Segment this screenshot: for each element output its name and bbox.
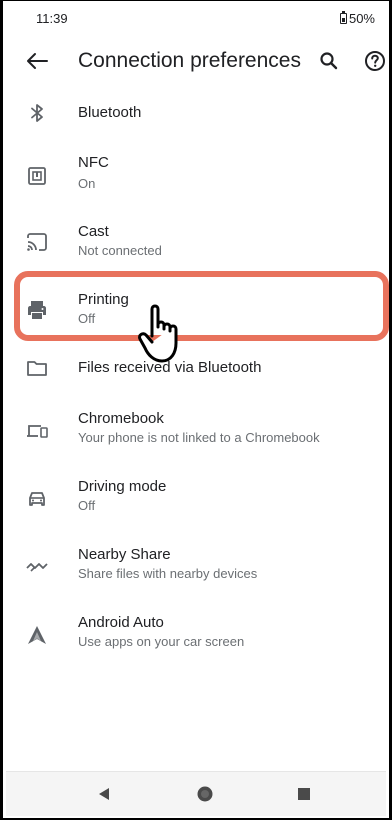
item-subtitle: Share files with nearby devices bbox=[78, 566, 258, 581]
list-item-nfc[interactable]: NFC On bbox=[3, 143, 389, 211]
chromebook-icon bbox=[27, 425, 48, 438]
page-title: Connection preferences bbox=[78, 49, 301, 72]
battery-percent: 50% bbox=[348, 11, 375, 26]
nav-recents-icon[interactable] bbox=[296, 786, 312, 802]
status-bar: 11:39 50% bbox=[3, 1, 389, 35]
highlight-box bbox=[14, 271, 389, 341]
search-button[interactable] bbox=[317, 49, 341, 73]
item-subtitle: Off bbox=[78, 498, 96, 513]
android-auto-icon bbox=[28, 626, 46, 644]
item-title: NFC bbox=[78, 154, 109, 171]
item-subtitle: Not connected bbox=[78, 243, 162, 258]
phone-screen: 11:39 50% Connection preferences Bluetoo… bbox=[0, 0, 392, 820]
item-title: Cast bbox=[78, 223, 109, 240]
nav-back-icon[interactable] bbox=[96, 786, 112, 802]
nav-home-icon[interactable] bbox=[196, 785, 214, 803]
search-icon bbox=[320, 52, 338, 70]
item-title: Nearby Share bbox=[78, 546, 171, 563]
help-button[interactable] bbox=[363, 49, 387, 73]
back-arrow-icon bbox=[27, 53, 48, 69]
hand-pointer-icon bbox=[138, 304, 178, 363]
item-title: Android Auto bbox=[78, 614, 164, 631]
list-item-chromebook[interactable]: Chromebook Your phone is not linked to a… bbox=[3, 406, 389, 474]
bluetooth-icon bbox=[31, 104, 43, 122]
list-item-cast[interactable]: Cast Not connected bbox=[3, 212, 389, 280]
item-title: Bluetooth bbox=[78, 104, 142, 121]
battery-status: 50% bbox=[339, 11, 375, 26]
item-title: Chromebook bbox=[78, 410, 164, 427]
folder-icon bbox=[27, 361, 47, 376]
car-icon bbox=[29, 492, 45, 506]
navigation-bar bbox=[6, 771, 386, 816]
cast-icon bbox=[27, 233, 47, 251]
item-subtitle: Use apps on your car screen bbox=[78, 634, 245, 649]
app-bar: Connection preferences bbox=[3, 35, 389, 87]
list-item-driving-mode[interactable]: Driving mode Off bbox=[3, 474, 389, 542]
list-item-nearby-share[interactable]: Nearby Share Share files with nearby dev… bbox=[3, 542, 389, 610]
item-subtitle: Your phone is not linked to a Chromebook bbox=[78, 430, 320, 445]
nearby-share-icon bbox=[26, 563, 48, 572]
nfc-icon bbox=[28, 167, 46, 185]
back-button[interactable] bbox=[23, 49, 51, 73]
item-subtitle: On bbox=[78, 176, 96, 191]
battery-icon bbox=[339, 11, 347, 24]
item-title: Driving mode bbox=[78, 478, 167, 495]
list-item-android-auto[interactable]: Android Auto Use apps on your car screen bbox=[3, 610, 389, 678]
status-time: 11:39 bbox=[36, 11, 68, 26]
help-icon bbox=[365, 51, 385, 71]
